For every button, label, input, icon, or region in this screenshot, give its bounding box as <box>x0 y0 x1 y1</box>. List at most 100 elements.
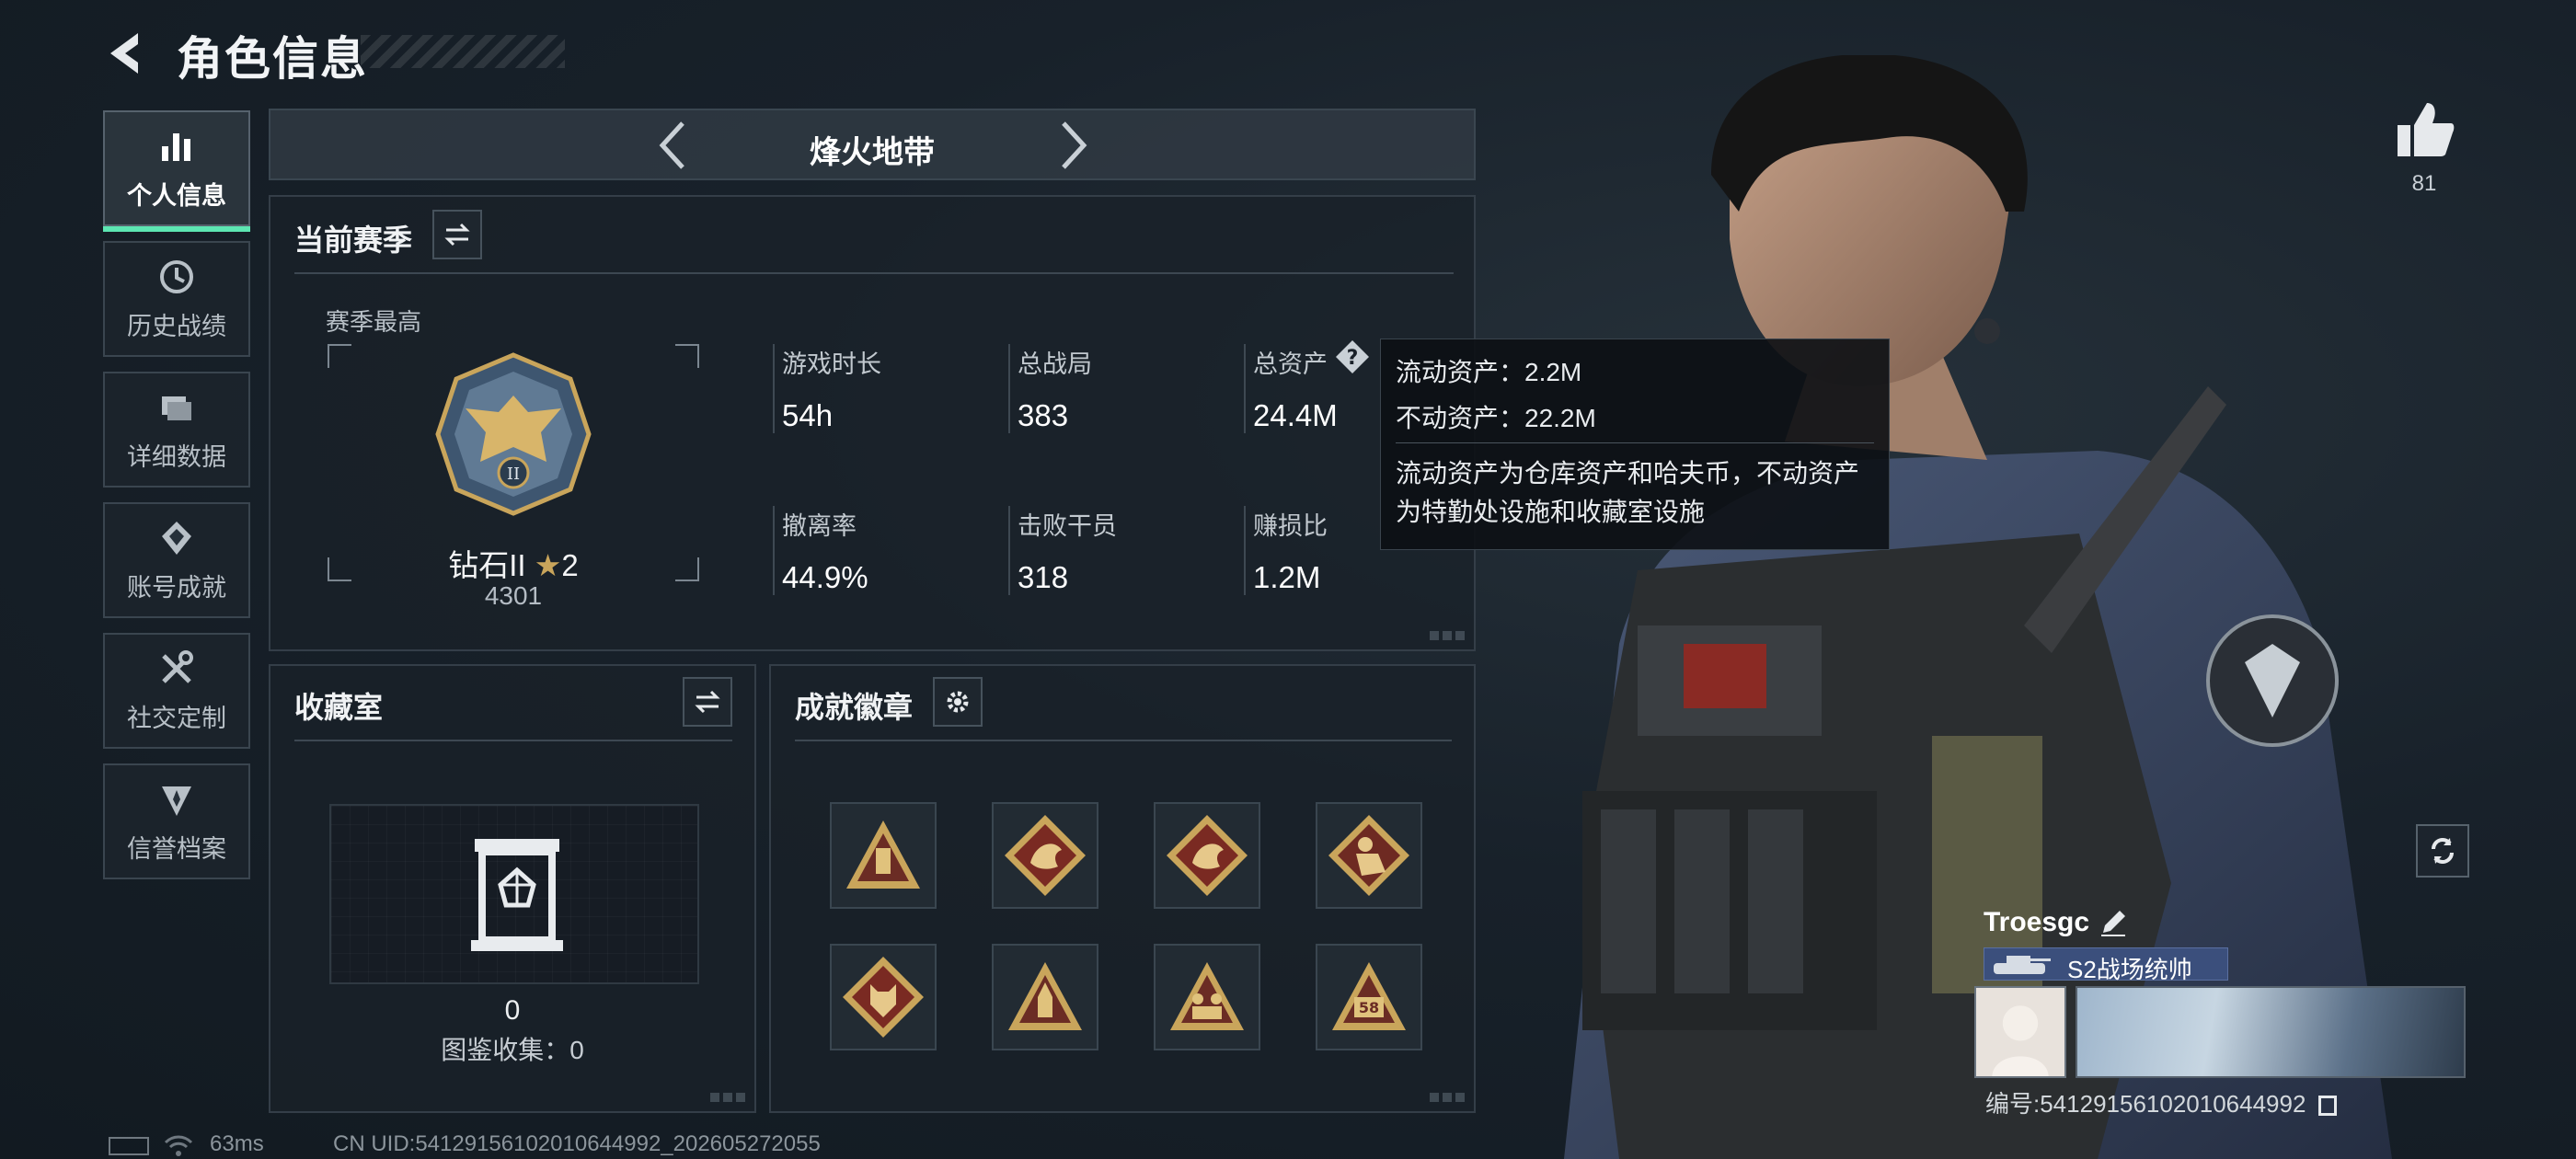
wolf-diamond-icon <box>843 957 924 1038</box>
chevron-right-icon[interactable] <box>1043 118 1098 173</box>
achievement-badge[interactable] <box>1154 802 1260 909</box>
refresh-button[interactable] <box>2416 824 2469 878</box>
player-id: 编号:54129156102010644992 <box>1985 1085 2337 1119</box>
folder-icon <box>162 396 191 420</box>
history-clock-icon <box>160 259 193 293</box>
map-name: 烽火地带 <box>810 135 935 170</box>
nav-item-label: 个人信息 <box>127 181 226 210</box>
nav-item-label: 账号成就 <box>127 573 226 602</box>
edit-pencil-icon[interactable] <box>2098 907 2129 938</box>
nav-item-label: 社交定制 <box>127 704 226 732</box>
squad-triangle-icon <box>1170 962 1244 1030</box>
ammo-triangle-icon <box>846 820 920 889</box>
panel-corner-decoration <box>1430 1093 1465 1102</box>
collection-count: 0 <box>504 995 521 1026</box>
avatar-portrait-icon <box>1976 988 2064 1076</box>
display-case-icon <box>471 839 563 951</box>
tooltip-description: 为特勤处设施和收藏室设施 <box>1396 498 1706 526</box>
stat-profit-loss: 赚损比 1.2M <box>1244 506 1328 595</box>
season-switch-button[interactable] <box>432 210 482 259</box>
season-best-label: 赛季最高 <box>326 308 422 336</box>
stat-operators-defeated: 击败干员 318 <box>1008 506 1117 595</box>
nav-item-label: 历史战绩 <box>127 312 226 340</box>
nav-item-personal-info[interactable]: 个人信息 <box>103 110 250 232</box>
collection-label: 图鉴收集：0 <box>441 1036 584 1064</box>
swap-icon <box>444 223 470 247</box>
nav-item-label: 详细数据 <box>127 442 226 471</box>
nav-item-account-achievements[interactable]: 账号成就 <box>103 502 250 618</box>
credit-shield-icon <box>162 786 191 816</box>
player-banner[interactable] <box>2076 986 2466 1078</box>
stat-extract-rate: 撤离率 44.9% <box>773 506 868 595</box>
achievements-settings-button[interactable] <box>933 677 983 727</box>
tools-icon <box>162 649 193 683</box>
back-arrow-icon[interactable] <box>99 26 155 81</box>
achievement-badge[interactable]: 58 <box>1316 944 1422 1050</box>
player-card: Troesgc S2战场统帅 编号:54129156102010644992 <box>1974 898 2466 1120</box>
tooltip-fixed-assets: 不动资产：22.2M <box>1396 404 1596 432</box>
wifi-icon <box>164 1135 193 1156</box>
achievement-badge[interactable] <box>1154 944 1260 1050</box>
achievement-badge[interactable] <box>992 944 1098 1050</box>
uid-text: CN UID:54129156102010644992_202605272055 <box>333 1131 821 1156</box>
stat-total-matches: 总战局 383 <box>1008 344 1092 433</box>
battery-icon <box>109 1137 149 1155</box>
achievement-badge[interactable] <box>1316 802 1422 909</box>
nav-item-label: 信誉档案 <box>127 834 226 863</box>
achievement-badge[interactable] <box>992 802 1098 909</box>
tooltip-description: 流动资产为仓库资产和哈夫币，不动资产 <box>1396 459 1860 488</box>
help-question-icon[interactable]: ? <box>1334 339 1371 375</box>
refresh-icon <box>2432 838 2454 864</box>
achievement-icon <box>162 521 191 555</box>
tank-emblem-icon <box>1994 956 2051 974</box>
stat-play-time: 游戏时长 54h <box>773 344 881 433</box>
dragon-diamond-icon <box>1167 815 1248 896</box>
title-decoration <box>361 35 565 68</box>
nav-item-history[interactable]: 历史战绩 <box>103 241 250 357</box>
dragon-diamond-icon <box>1005 815 1086 896</box>
gear-icon <box>947 691 969 713</box>
svg-text:58: 58 <box>1359 999 1379 1016</box>
like-count: 81 <box>2411 171 2437 196</box>
achievement-badge[interactable] <box>830 802 937 909</box>
achievements-panel: 成就徽章 58 <box>769 664 1476 1113</box>
divider <box>294 740 732 741</box>
number-triangle-icon: 58 <box>1332 962 1406 1030</box>
divider <box>1396 442 1874 443</box>
panel-corner-decoration <box>710 1093 745 1102</box>
season-title: 当前赛季 <box>294 224 413 257</box>
rocket-triangle-icon <box>1008 962 1082 1030</box>
soldier-diamond-icon <box>1328 815 1409 896</box>
copy-icon[interactable] <box>2317 1096 2337 1117</box>
thumbs-up-icon[interactable] <box>2394 99 2456 162</box>
achievements-title: 成就徽章 <box>795 691 914 724</box>
swap-icon <box>695 690 720 714</box>
assets-tooltip: 流动资产：2.2M 不动资产：22.2M 流动资产为仓库资产和哈夫币，不动资产 … <box>1380 339 1890 550</box>
panel-corner-decoration <box>1430 631 1465 640</box>
collection-panel: 收藏室 0 图鉴收集：0 <box>269 664 756 1113</box>
divider <box>795 740 1452 741</box>
diamond-rank-emblem-icon: II <box>435 352 592 516</box>
avatar[interactable] <box>1974 986 2066 1078</box>
achievement-badge[interactable] <box>830 944 937 1050</box>
rank-score: 4301 <box>484 581 543 610</box>
nav-item-credit-profile[interactable]: 信誉档案 <box>103 763 250 879</box>
tooltip-liquid-assets: 流动资产：2.2M <box>1396 358 1582 386</box>
collection-title: 收藏室 <box>294 691 384 724</box>
collection-display[interactable] <box>329 804 699 984</box>
svg-text:II: II <box>507 465 520 484</box>
svg-text:?: ? <box>1347 347 1359 370</box>
ping-readout: 63ms <box>210 1131 264 1156</box>
bar-chart-icon <box>162 132 190 161</box>
season-panel: 当前赛季 赛季最高 II 钻石II ★2 4301 游戏时长 54h 总战局 383… <box>269 195 1476 651</box>
page-title: 角色信息 <box>177 33 368 85</box>
title-badge: S2战场统帅 <box>1984 947 2228 983</box>
divider <box>294 272 1454 274</box>
map-selector: 烽火地带 <box>269 109 1476 180</box>
nav-item-social-custom[interactable]: 社交定制 <box>103 633 250 749</box>
star-icon: ★ <box>534 548 562 582</box>
collection-switch-button[interactable] <box>683 677 732 727</box>
rank-name: 钻石II ★2 <box>448 548 579 582</box>
stat-total-assets: 总资产 24.4M <box>1244 344 1338 433</box>
nav-item-details[interactable]: 详细数据 <box>103 372 250 488</box>
